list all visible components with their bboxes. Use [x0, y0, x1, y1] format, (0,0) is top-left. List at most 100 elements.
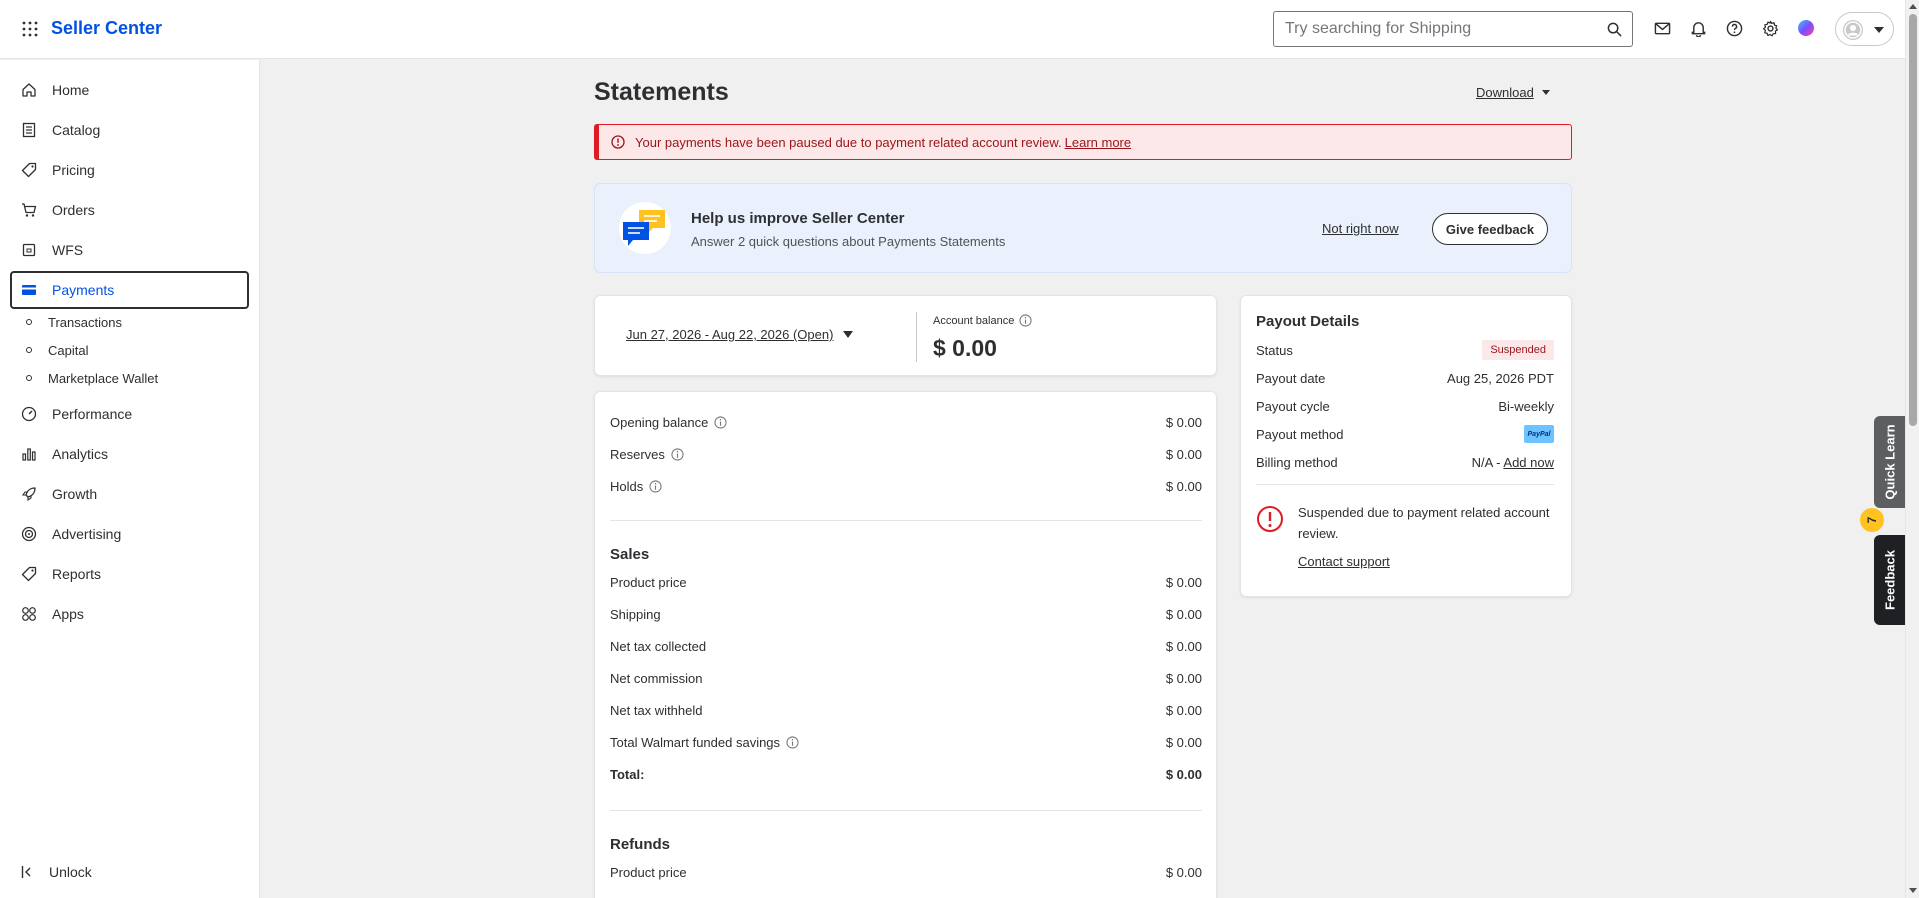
- not-right-now-link[interactable]: Not right now: [1322, 221, 1399, 236]
- sidebar-item-performance[interactable]: Performance: [10, 395, 249, 433]
- period-selector[interactable]: Jun 27, 2026 - Aug 22, 2026 (Open): [626, 327, 854, 342]
- card-icon: [22, 285, 36, 295]
- sidebar: Home Catalog Pricing Orders WFS Payments…: [0, 60, 260, 898]
- row-label: Product price: [610, 864, 687, 880]
- page-title: Statements: [594, 78, 729, 106]
- sidebar-item-pricing[interactable]: Pricing: [10, 151, 249, 189]
- row-value: $ 0.00: [1165, 734, 1202, 750]
- payout-date-row: Payout date Aug 25, 2026 PDT: [1256, 368, 1554, 388]
- account-balance-label-text: Account balance: [933, 314, 1015, 327]
- feedback-subtitle: Answer 2 quick questions about Payments …: [691, 234, 1006, 249]
- row-value: $ 0.00: [1165, 478, 1202, 494]
- sidebar-item-label: Orders: [52, 202, 95, 218]
- unlock-label: Unlock: [49, 864, 92, 880]
- scroll-up-icon[interactable]: [1909, 4, 1917, 9]
- contact-support-link[interactable]: Contact support: [1298, 554, 1390, 569]
- scroll-down-icon[interactable]: [1909, 888, 1917, 893]
- status-badge: Suspended: [1482, 340, 1554, 360]
- sidebar-item-reports[interactable]: Reports: [10, 555, 249, 593]
- info-icon[interactable]: [714, 415, 727, 429]
- avatar-icon: [1842, 19, 1864, 41]
- sidebar-item-catalog[interactable]: Catalog: [10, 111, 249, 149]
- sidebar-item-label: Reports: [52, 566, 102, 582]
- quick-learn-label: Quick Learn: [1882, 424, 1897, 500]
- sidebar-item-apps[interactable]: Apps: [10, 595, 249, 633]
- divider: [1256, 484, 1554, 485]
- sidebar-item-analytics[interactable]: Analytics: [10, 435, 249, 473]
- sidebar-subitem-transactions[interactable]: Transactions: [26, 312, 122, 332]
- sidebar-item-payments[interactable]: Payments: [10, 271, 249, 309]
- gear-icon[interactable]: [1762, 20, 1779, 37]
- billing-method-row: Billing method N/A - Add now: [1256, 452, 1554, 472]
- give-feedback-button[interactable]: Give feedback: [1432, 213, 1548, 245]
- sidebar-subitem-label: Transactions: [48, 314, 122, 330]
- sidebar-subitem-label: Capital: [48, 342, 89, 358]
- search-icon[interactable]: [1607, 22, 1622, 37]
- tag-icon: [21, 566, 37, 582]
- row-value: Bi-weekly: [1498, 398, 1554, 414]
- vertical-scrollbar[interactable]: [1905, 0, 1919, 898]
- sidebar-subitem-capital[interactable]: Capital: [26, 340, 88, 360]
- sidebar-item-home[interactable]: Home: [10, 71, 249, 109]
- sidebar-item-label: Apps: [52, 606, 84, 622]
- account-balance-value: $ 0.00: [933, 335, 997, 361]
- download-label: Download: [1476, 85, 1534, 100]
- download-button[interactable]: Download: [1476, 85, 1550, 100]
- unlock-sidebar-button[interactable]: Unlock: [21, 864, 92, 880]
- add-now-link[interactable]: Add now: [1503, 455, 1554, 470]
- scrollbar-thumb[interactable]: [1909, 14, 1917, 426]
- sidebar-item-orders[interactable]: Orders: [10, 191, 249, 229]
- apps-icon: [22, 607, 36, 621]
- caret-down-icon: [1541, 90, 1550, 95]
- account-menu-button[interactable]: [1835, 12, 1894, 46]
- cart-icon: [22, 203, 37, 217]
- payout-details-card: Payout Details Status Suspended Payout d…: [1240, 295, 1572, 597]
- sidebar-item-growth[interactable]: Growth: [10, 475, 249, 513]
- brand-title[interactable]: Seller Center: [51, 18, 162, 39]
- feedback-tab-label: Feedback: [1882, 550, 1897, 610]
- mail-icon[interactable]: [1654, 20, 1671, 37]
- assistant-icon[interactable]: [1797, 19, 1815, 37]
- summary-row: Product price $ 0.00: [610, 572, 1202, 592]
- sidebar-item-advertising[interactable]: Advertising: [10, 515, 249, 553]
- divider: [610, 810, 1202, 811]
- quick-learn-tab[interactable]: Quick Learn: [1874, 416, 1905, 508]
- sidebar-item-wfs[interactable]: WFS: [10, 231, 249, 269]
- info-icon[interactable]: [786, 735, 799, 749]
- sidebar-item-label: Payments: [52, 282, 115, 298]
- caret-down-icon: [843, 331, 854, 338]
- target-icon: [21, 526, 37, 542]
- row-value: $ 0.00: [1165, 702, 1202, 718]
- bell-icon[interactable]: [1690, 20, 1707, 37]
- summary-row: Net tax collected $ 0.00: [610, 636, 1202, 656]
- info-icon[interactable]: [671, 447, 684, 461]
- sidebar-item-label: Advertising: [52, 526, 122, 542]
- summary-row: Net tax withheld $ 0.00: [610, 700, 1202, 720]
- summary-row: Opening balance $ 0.00: [610, 412, 1202, 432]
- learn-more-link[interactable]: Learn more: [1065, 135, 1131, 150]
- row-label: Opening balance: [610, 414, 709, 430]
- gauge-icon: [21, 406, 37, 422]
- info-icon[interactable]: [1019, 314, 1032, 327]
- row-label: Net tax collected: [610, 638, 707, 654]
- top-header: Seller Center: [0, 0, 1905, 59]
- row-label: Net tax withheld: [610, 702, 703, 718]
- bullet-icon: [26, 375, 32, 381]
- search-input[interactable]: [1285, 18, 1595, 40]
- row-value: $ 0.00: [1165, 638, 1202, 654]
- payout-details-title: Payout Details: [1256, 313, 1360, 330]
- feedback-tab[interactable]: Feedback: [1874, 535, 1905, 625]
- row-value: $ 0.00: [1165, 864, 1202, 880]
- bar-chart-icon: [22, 448, 36, 461]
- search-box: [1273, 11, 1633, 47]
- alert-text: Your payments have been paused due to pa…: [635, 134, 1062, 150]
- info-icon[interactable]: [649, 479, 662, 493]
- collapse-icon: [21, 866, 31, 878]
- apps-grid-icon[interactable]: [22, 21, 38, 37]
- row-label: Reserves: [610, 446, 665, 462]
- catalog-icon: [22, 122, 36, 138]
- paypal-logo: PayPal: [1524, 425, 1554, 443]
- help-icon[interactable]: [1726, 20, 1743, 37]
- sidebar-subitem-marketplace-wallet[interactable]: Marketplace Wallet: [26, 368, 158, 388]
- row-value: $ 0.00: [1165, 766, 1202, 782]
